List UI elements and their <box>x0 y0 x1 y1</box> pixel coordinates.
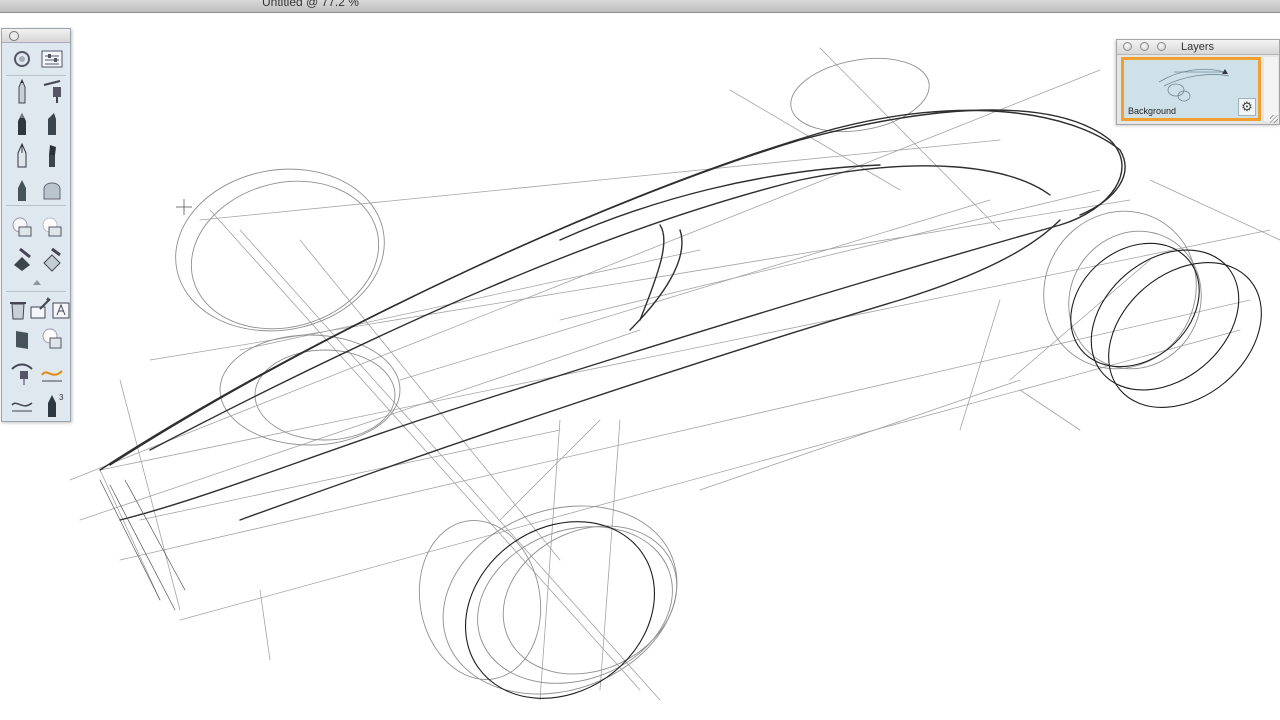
gear-icon[interactable]: ⚙ <box>1238 98 1256 116</box>
pen-3-icon[interactable]: 3 <box>38 391 66 419</box>
stamp-icon[interactable] <box>38 325 66 353</box>
car-sketch <box>69 47 1280 701</box>
smudge-icon[interactable] <box>38 175 66 203</box>
fill-icon[interactable] <box>8 245 36 273</box>
brush-settings-icon[interactable] <box>38 45 66 73</box>
eraser-icon[interactable] <box>8 213 36 241</box>
close-icon[interactable] <box>1123 42 1132 51</box>
paintbrush-icon[interactable] <box>38 141 66 169</box>
transform-icon[interactable] <box>8 325 36 353</box>
trash-icon[interactable] <box>4 295 26 323</box>
svg-text:3: 3 <box>59 393 64 402</box>
drawing-canvas[interactable] <box>0 13 1280 720</box>
resize-grip-icon[interactable] <box>1270 115 1278 123</box>
brush-ring-icon[interactable] <box>8 45 36 73</box>
blur-icon[interactable] <box>38 213 66 241</box>
close-icon[interactable] <box>9 31 19 41</box>
collapse-arrow-icon[interactable] <box>33 280 41 285</box>
magic-wand-icon[interactable] <box>26 295 51 323</box>
pencil-icon[interactable] <box>8 77 36 105</box>
ellipse-guide-icon[interactable] <box>8 359 36 387</box>
layer-name: Background <box>1128 106 1177 116</box>
felt-pen-icon[interactable] <box>38 109 66 137</box>
airbrush-icon[interactable] <box>38 77 66 105</box>
curve-guide-icon[interactable] <box>38 359 66 387</box>
layers-scroll-area <box>1264 57 1278 121</box>
layers-panel-header[interactable]: Layers <box>1117 40 1279 55</box>
marker-icon[interactable] <box>8 109 36 137</box>
text-icon[interactable] <box>48 295 70 323</box>
zoom-icon[interactable] <box>1157 42 1166 51</box>
minimize-icon[interactable] <box>1140 42 1149 51</box>
layer-background[interactable]: Background ⚙ <box>1121 57 1261 121</box>
window-titlebar[interactable]: Untitled @ 77.2 % <box>0 0 1280 13</box>
ballpoint-pen-icon[interactable] <box>8 141 36 169</box>
french-curve-icon[interactable] <box>8 391 36 419</box>
tool-palette[interactable]: 3 <box>1 28 71 422</box>
chalk-icon[interactable] <box>8 175 36 203</box>
layers-panel-title: Layers <box>1181 41 1215 53</box>
layers-panel[interactable]: Layers Background ⚙ <box>1116 39 1280 125</box>
gradient-fill-icon[interactable] <box>38 245 66 273</box>
tool-palette-header[interactable] <box>2 29 70 43</box>
window-title: Untitled @ 77.2 % <box>262 0 359 9</box>
